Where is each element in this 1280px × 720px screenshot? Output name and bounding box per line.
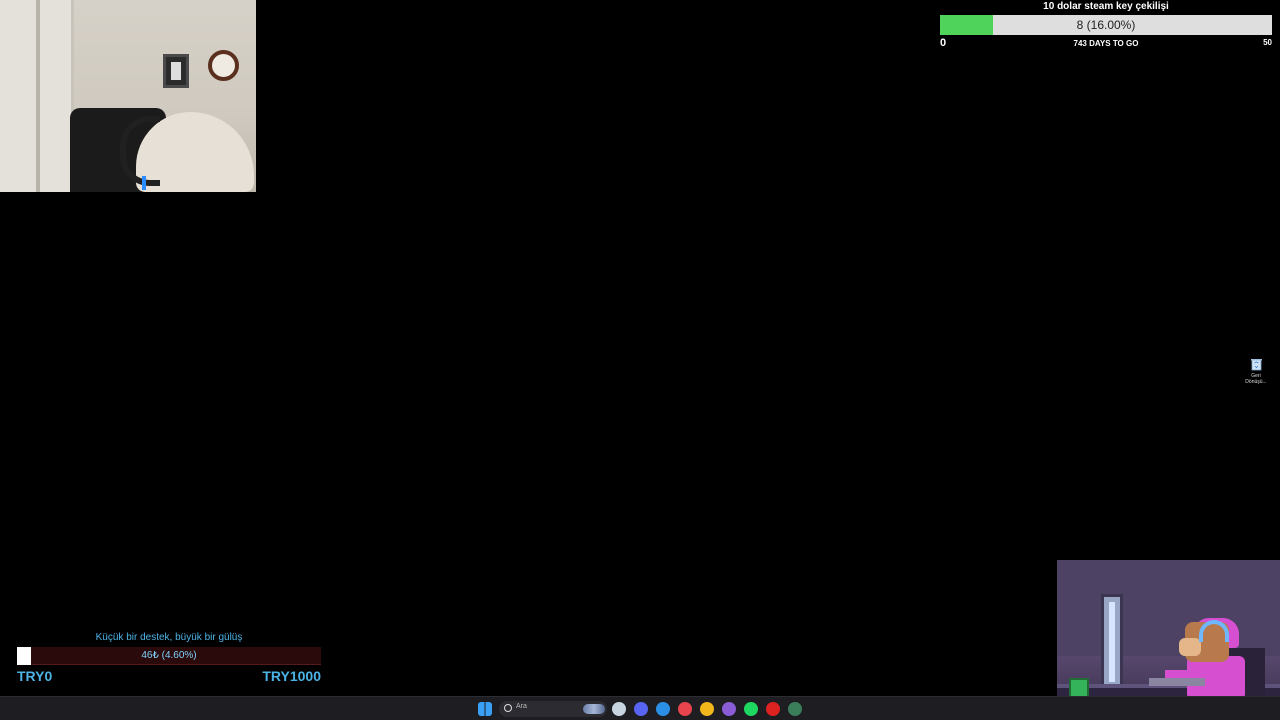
visual-studio-icon[interactable] xyxy=(722,702,736,716)
giveaway-goal-bar: 8 (16.00%) xyxy=(940,15,1272,35)
webcam-headset-led xyxy=(142,176,146,190)
donation-goal-min: TRY0 xyxy=(17,668,53,684)
discord-icon[interactable] xyxy=(634,702,648,716)
pixel-art-wall xyxy=(1057,560,1280,656)
donation-goal-title: Küçük bir destek, büyük bir gülüş xyxy=(95,632,243,643)
taskbar: Ara xyxy=(0,696,1280,720)
recycle-bin-icon xyxy=(1250,359,1262,371)
donation-goal-bar-label: 46₺ (4.60%) xyxy=(141,650,197,661)
webcam-door-edge xyxy=(36,0,40,192)
taskbar-search-placeholder: Ara xyxy=(516,703,527,710)
pixel-art-keyboard xyxy=(1149,678,1205,686)
recycle-bin-label: Geri Dönüşü... xyxy=(1245,373,1267,385)
giveaway-goal-bar-label: 8 (16.00%) xyxy=(1076,18,1136,32)
obs-icon[interactable] xyxy=(766,702,780,716)
search-highlight-icon xyxy=(583,704,605,714)
donation-goal-max: TRY1000 xyxy=(262,668,321,684)
steam-icon[interactable] xyxy=(612,702,626,716)
pixel-art-headphones xyxy=(1199,620,1229,642)
pixel-art-monitor-screen xyxy=(1109,602,1115,682)
vscode-icon[interactable] xyxy=(656,702,670,716)
snipping-icon[interactable] xyxy=(678,702,692,716)
pixel-art-monkey-face xyxy=(1179,638,1201,656)
search-icon xyxy=(504,704,512,712)
donation-goal-bar: 46₺ (4.60%) xyxy=(17,647,321,665)
giveaway-goal-title: 10 dolar steam key çekilişi xyxy=(1043,1,1169,12)
webcam-wall-frame xyxy=(163,54,189,88)
chrome-icon[interactable] xyxy=(700,702,714,716)
terminal-icon[interactable] xyxy=(788,702,802,716)
taskbar-search-box[interactable]: Ara xyxy=(499,701,607,717)
webcam-overlay xyxy=(0,0,256,192)
webcam-wall-clock xyxy=(208,50,239,81)
giveaway-goal-max: 50 xyxy=(1263,38,1272,47)
recycle-bin-shortcut[interactable]: Geri Dönüşü... xyxy=(1240,358,1272,385)
donation-goal-widget: Küçük bir destek, büyük bir gülüş 46₺ (4… xyxy=(17,630,321,686)
giveaway-goal-days: 743 DAYS TO GO xyxy=(1073,39,1139,48)
spotify-icon[interactable] xyxy=(744,702,758,716)
windows-start-icon[interactable] xyxy=(478,702,492,716)
giveaway-goal-widget: 10 dolar steam key çekilişi 8 (16.00%) 0… xyxy=(940,0,1272,50)
